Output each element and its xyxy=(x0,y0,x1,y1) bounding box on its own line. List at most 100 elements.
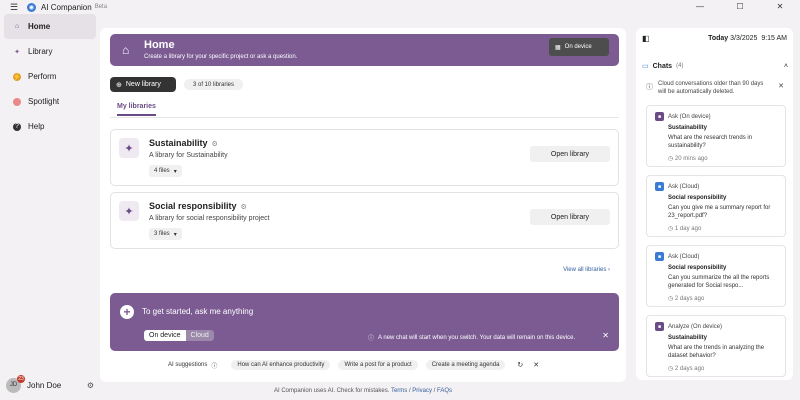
privacy-link[interactable]: Privacy xyxy=(412,388,432,394)
spotlight-icon xyxy=(13,97,21,106)
page-subtitle: Create a library for your specific proje… xyxy=(144,54,298,60)
info-icon[interactable]: ⓘ xyxy=(211,361,217,370)
gear-icon[interactable]: ⚙ xyxy=(241,204,247,211)
close-icon[interactable]: ✕ xyxy=(533,361,539,369)
chat-question: Can you give me a summary report for 23_… xyxy=(668,205,771,219)
sidebar: ⌂ Home ✦ Library ⚡ Perform Spotlight ? H… xyxy=(0,14,100,400)
library-card-sustainability[interactable]: ✦ Sustainability ⚙ A library for Sustaina… xyxy=(110,129,619,186)
chevron-up-icon[interactable]: ˄ xyxy=(784,63,788,70)
device-mode-button[interactable]: ▦ On device xyxy=(549,38,609,56)
chats-section-header[interactable]: ▭ Chats (4) ˄ xyxy=(642,60,788,72)
files-count: 3 files xyxy=(154,231,170,237)
suggestion-chip[interactable]: How can AI enhance productivity xyxy=(231,360,331,370)
minimize-button[interactable]: — xyxy=(680,0,720,14)
suggestions-label: AI suggestions xyxy=(168,362,208,368)
home-icon: ⌂ xyxy=(122,43,130,57)
ask-input[interactable]: To get started, ask me anything xyxy=(142,307,253,316)
refresh-icon[interactable]: ↻ xyxy=(517,361,523,369)
chat-type: Ask (Cloud) xyxy=(668,253,700,260)
main-panel: ⌂ Home Create a library for your specifi… xyxy=(100,28,626,382)
chat-time-text: 2 days ago xyxy=(674,296,705,302)
chat-time: ◷ 1 day ago xyxy=(668,225,701,232)
plus-icon[interactable]: + xyxy=(120,305,134,319)
panel-toggle-icon[interactable]: ◧ xyxy=(642,34,650,43)
date-value: 3/3/2025 xyxy=(730,34,758,42)
library-title-text: Sustainability xyxy=(149,138,208,148)
chat-time: ◷ 2 days ago xyxy=(668,295,704,302)
library-count-badge: 3 of 10 libraries xyxy=(184,79,243,90)
beta-label: Beta xyxy=(94,4,108,10)
chat-library: Social responsibility xyxy=(668,195,727,201)
chat-time-text: 20 mins ago xyxy=(674,156,708,162)
home-icon: ⌂ xyxy=(14,23,20,30)
sidebar-item-label: Library xyxy=(28,47,53,56)
open-library-button[interactable]: Open library xyxy=(530,209,610,225)
user-profile[interactable]: JD 23 John Doe ⚙ xyxy=(6,374,94,394)
ask-panel: + To get started, ask me anything On dev… xyxy=(110,293,619,351)
close-window-button[interactable]: ✕ xyxy=(760,0,800,14)
time-value: 9:15 AM xyxy=(761,34,787,42)
library-description: A library for social responsibility proj… xyxy=(149,215,270,222)
faqs-link[interactable]: FAQs xyxy=(437,388,452,394)
toggle-on-device[interactable]: On device xyxy=(144,330,186,341)
chat-card[interactable]: ■ Analyze (On device) Sustainability What… xyxy=(646,315,786,377)
footer: AI Companion uses AI. Check for mistakes… xyxy=(273,388,452,394)
chat-time-text: 1 day ago xyxy=(674,226,702,232)
chats-panel: ◧ Today 3/3/2025 9:15 AM ▭ Chats (4) ˄ ⓘ… xyxy=(636,28,793,380)
device-chat-icon: ■ xyxy=(655,112,664,121)
sidebar-item-label: Perform xyxy=(28,72,57,81)
close-icon[interactable]: ✕ xyxy=(602,331,609,340)
maximize-button[interactable]: ☐ xyxy=(720,0,760,14)
clock-icon: ◷ xyxy=(668,226,674,232)
suggestion-chip[interactable]: Create a meeting agenda xyxy=(425,360,506,370)
chat-type: Ask (On device) xyxy=(668,113,711,120)
chat-library: Sustainability xyxy=(668,335,708,341)
chat-card[interactable]: ■ Ask (Cloud) Social responsibility Can y… xyxy=(646,245,786,307)
close-icon[interactable]: ✕ xyxy=(778,82,784,90)
app-name: AI Companion xyxy=(41,2,92,12)
library-title-text: Social responsibility xyxy=(149,201,237,211)
new-library-button[interactable]: ⊕ New library xyxy=(110,77,176,92)
suggestion-chip[interactable]: Write a post for a product xyxy=(338,360,418,370)
sidebar-item-library[interactable]: ✦ Library xyxy=(0,39,100,64)
open-library-button[interactable]: Open library xyxy=(530,146,610,162)
date-label: Today xyxy=(708,34,729,42)
chat-library: Sustainability xyxy=(668,125,708,131)
chat-card[interactable]: ■ Ask (Cloud) Social responsibility Can y… xyxy=(646,175,786,237)
library-card-social-responsibility[interactable]: ✦ Social responsibility ⚙ A library for s… xyxy=(110,192,619,249)
app-logo-icon: ◉ xyxy=(27,2,36,12)
device-icon: ▦ xyxy=(555,44,561,51)
sidebar-item-label: Spotlight xyxy=(28,97,60,106)
sidebar-item-help[interactable]: ? Help xyxy=(0,114,100,139)
chevron-down-icon: ▾ xyxy=(173,168,177,175)
menu-icon[interactable]: ☰ xyxy=(10,2,18,13)
device-cloud-toggle: On device Cloud xyxy=(144,330,214,341)
sidebar-item-home[interactable]: ⌂ Home xyxy=(4,14,96,39)
chat-time: ◷ 20 mins ago xyxy=(668,155,708,162)
files-dropdown[interactable]: 3 files ▾ xyxy=(149,228,182,240)
terms-link[interactable]: Terms xyxy=(391,388,407,394)
user-name: John Doe xyxy=(27,380,62,390)
sparkle-icon: ✦ xyxy=(119,138,139,158)
page-title: Home xyxy=(144,39,175,51)
chevron-right-icon: › xyxy=(608,267,610,273)
sparkle-icon: ✦ xyxy=(119,201,139,221)
chat-question: What are the trends in analyzing the dat… xyxy=(668,345,765,359)
title-bar: ☰ ◉ AI Companion Beta — ☐ ✕ xyxy=(0,0,800,14)
home-banner: ⌂ Home Create a library for your specifi… xyxy=(110,34,619,66)
chat-card[interactable]: ■ Ask (On device) Sustainability What are… xyxy=(646,105,786,167)
files-dropdown[interactable]: 4 files ▾ xyxy=(149,165,182,177)
chats-count: (4) xyxy=(676,63,684,69)
sidebar-item-perform[interactable]: ⚡ Perform xyxy=(0,64,100,89)
tab-my-libraries[interactable]: My libraries xyxy=(117,103,156,116)
library-title: Sustainability ⚙ xyxy=(149,138,218,148)
library-description: A library for Sustainability xyxy=(149,152,228,159)
gear-icon[interactable]: ⚙ xyxy=(87,381,94,390)
chat-bubble-icon: ▭ xyxy=(642,63,649,70)
gear-icon[interactable]: ⚙ xyxy=(212,141,218,148)
cloud-chat-icon: ■ xyxy=(655,182,664,191)
toggle-cloud[interactable]: Cloud xyxy=(185,330,214,341)
view-all-libraries-link[interactable]: View all libraries › xyxy=(563,267,610,273)
ask-note: ⓘ A new chat will start when you switch.… xyxy=(368,333,575,343)
sidebar-item-spotlight[interactable]: Spotlight xyxy=(0,89,100,114)
